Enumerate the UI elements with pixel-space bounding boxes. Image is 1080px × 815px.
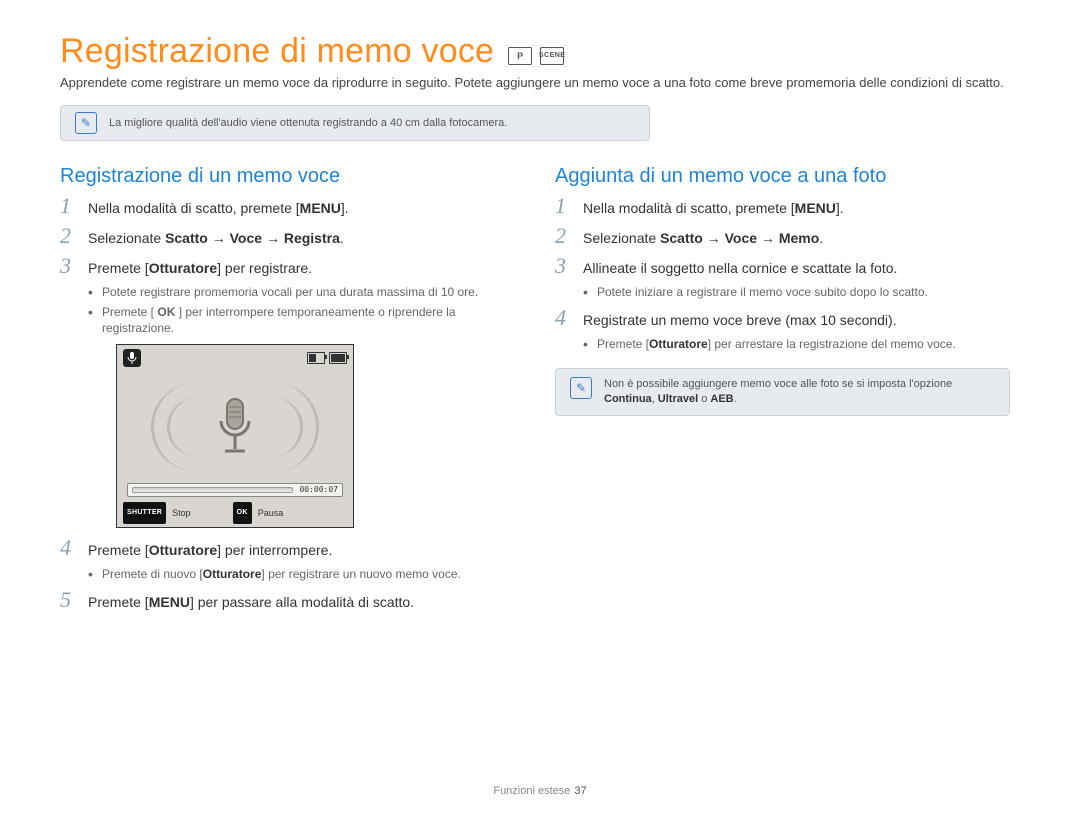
left-step-4: Premete [Otturatore] per interrompere. P… bbox=[60, 540, 515, 582]
right-steps: Nella modalità di scatto, premete [MENU]… bbox=[555, 198, 1010, 352]
left-step-3-sub: Potete registrare promemoria vocali per … bbox=[88, 284, 515, 336]
intro-text: Apprendete come registrare un memo voce … bbox=[60, 75, 1020, 91]
manual-page: Registrazione di memo voce P SCENE Appre… bbox=[0, 0, 1080, 815]
ok-chip: OK bbox=[233, 502, 252, 524]
footer-label: Funzioni estese bbox=[493, 785, 570, 797]
shutter-key: Otturatore bbox=[149, 260, 217, 276]
page-title: Registrazione di memo voce bbox=[60, 32, 494, 71]
ok-key: OK bbox=[157, 304, 175, 320]
scene-mode-icon: SCENE bbox=[540, 47, 564, 65]
menu-key: MENU bbox=[300, 198, 341, 218]
left-step-3: Premete [Otturatore] per registrare. Pot… bbox=[60, 258, 515, 528]
tip-box-top: La migliore qualità dell'audio viene ott… bbox=[60, 105, 650, 141]
camera-topbar bbox=[123, 351, 347, 365]
mic-graphic bbox=[117, 377, 353, 477]
right-heading: Aggiunta di un memo voce a una foto bbox=[555, 165, 1010, 188]
note-icon: ✎ bbox=[570, 377, 592, 399]
battery-icon bbox=[329, 352, 347, 364]
note-icon bbox=[75, 112, 97, 134]
tip-box-right: ✎ Non è possibile aggiungere memo voce a… bbox=[555, 368, 1010, 416]
right-step-3-sub: Potete iniziare a registrare il memo voc… bbox=[583, 284, 1010, 300]
right-step-2: Selezionate Scatto → Voce → Memo. bbox=[555, 228, 1010, 248]
left-step-2: Selezionate Scatto → Voce → Registra. bbox=[60, 228, 515, 248]
right-step-4: Registrate un memo voce breve (max 10 se… bbox=[555, 310, 1010, 352]
columns: Registrazione di un memo voce Nella moda… bbox=[60, 165, 1020, 622]
left-step-3-sub1: Potete registrare promemoria vocali per … bbox=[88, 284, 515, 300]
battery-row bbox=[307, 352, 347, 364]
shutter-chip: SHUTTER bbox=[123, 502, 166, 524]
tip-text: La migliore qualità dell'audio viene ott… bbox=[109, 117, 507, 129]
page-number: 37 bbox=[574, 785, 586, 797]
tip-right-text: Non è possibile aggiungere memo voce all… bbox=[604, 377, 995, 407]
progress-time: 00:00:07 bbox=[299, 480, 338, 500]
left-step-5: Premete [MENU] per passare alla modalità… bbox=[60, 592, 515, 612]
right-step-3: Allineate il soggetto nella cornice e sc… bbox=[555, 258, 1010, 300]
card-icon bbox=[307, 352, 325, 364]
shutter-label: Stop bbox=[172, 503, 191, 523]
mode-icons: P SCENE bbox=[508, 47, 564, 65]
ok-label: Pausa bbox=[258, 503, 284, 523]
progress-track bbox=[132, 487, 293, 493]
camera-mode-icon: P bbox=[508, 47, 532, 65]
title-row: Registrazione di memo voce P SCENE bbox=[60, 32, 1020, 71]
page-footer: Funzioni estese 37 bbox=[0, 785, 1080, 797]
right-step-1: Nella modalità di scatto, premete [MENU]… bbox=[555, 198, 1010, 218]
left-step-3-sub2: Premete [ OK ] per interrompere temporan… bbox=[88, 304, 515, 336]
left-column: Registrazione di un memo voce Nella moda… bbox=[60, 165, 515, 622]
right-column: Aggiunta di un memo voce a una foto Nell… bbox=[555, 165, 1010, 622]
progress-bar: 00:00:07 bbox=[127, 483, 343, 497]
right-step-4-sub: Premete [Otturatore] per arrestare la re… bbox=[583, 336, 1010, 352]
camera-bottom-row: SHUTTER Stop OK Pausa bbox=[123, 505, 347, 521]
camera-screenshot: 00:00:07 SHUTTER Stop OK Pausa bbox=[116, 344, 354, 528]
left-step-4-sub: Premete di nuovo [Otturatore] per regist… bbox=[88, 566, 515, 582]
mic-badge-icon bbox=[123, 349, 141, 367]
left-heading: Registrazione di un memo voce bbox=[60, 165, 515, 188]
left-step-1: Nella modalità di scatto, premete [MENU]… bbox=[60, 198, 515, 218]
left-steps: Nella modalità di scatto, premete [MENU]… bbox=[60, 198, 515, 612]
